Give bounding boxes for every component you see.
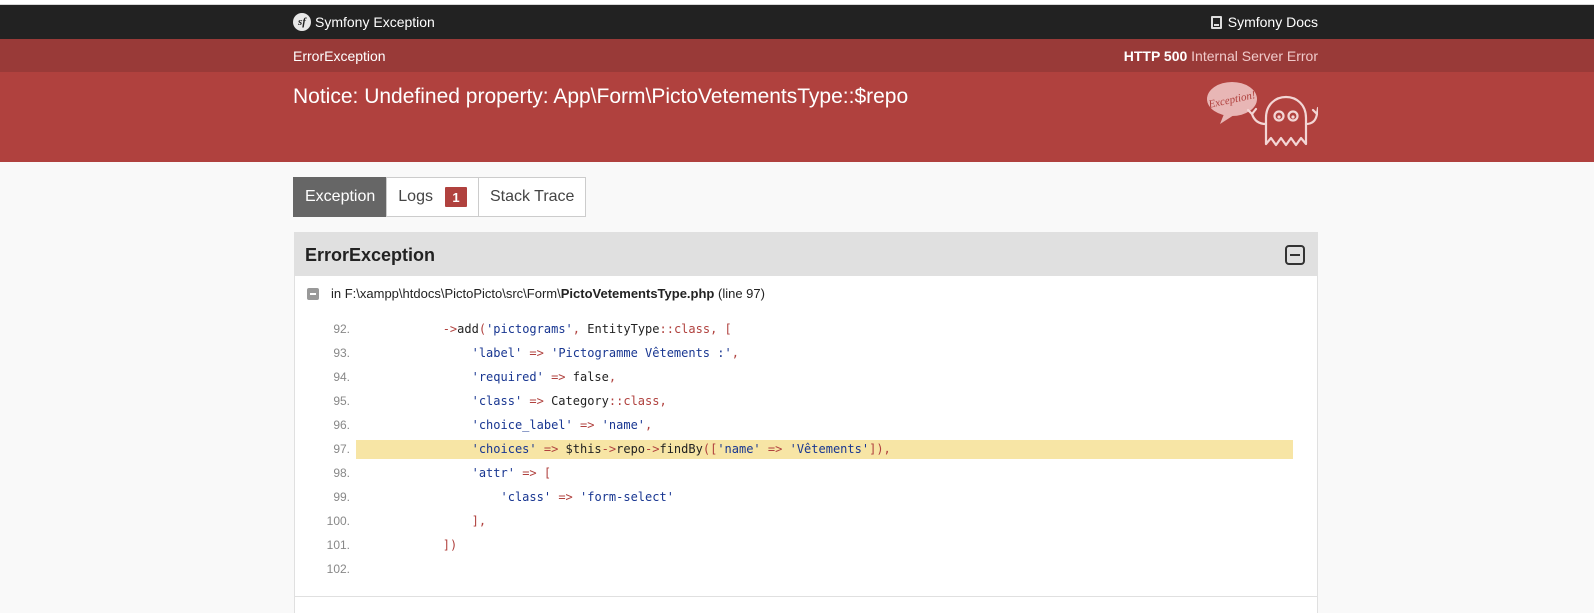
exception-message: Notice: Undefined property: App\Form\Pic…	[293, 85, 909, 108]
tab-exception[interactable]: Exception	[293, 177, 388, 217]
line-number: 96.	[333, 418, 350, 432]
code-line: 102.	[295, 557, 1317, 581]
http-status: HTTP 500 Internal Server Error	[1124, 48, 1318, 64]
line-number: 102.	[326, 562, 350, 576]
docs-label: Symfony Docs	[1227, 14, 1318, 30]
status-text: Internal Server Error	[1191, 48, 1318, 64]
file-name: PictoVetementsType.php	[560, 286, 715, 301]
collapse-minus-icon[interactable]	[1285, 245, 1305, 265]
line-info-text: (line 97)	[718, 286, 765, 301]
brand-label: Symfony Exception	[315, 14, 435, 30]
code-text: ->add('pictograms', EntityType::class, [	[442, 322, 732, 336]
code-text: 'class' => 'form-select'	[500, 490, 674, 504]
file-path-prefix: in F:\xampp\htdocs\PictoPicto\src\Form\	[331, 286, 561, 301]
code-text: ])	[442, 538, 458, 552]
exception-status-bar: ErrorException HTTP 500 Internal Server …	[0, 39, 1594, 72]
code-line: 96. 'choice_label' => 'name',	[295, 413, 1317, 437]
line-number: 95.	[333, 394, 350, 408]
panel-title: ErrorException	[305, 245, 436, 265]
code-line-highlighted: 97. 'choices' => $this->repo->findBy(['n…	[295, 437, 1317, 461]
exception-panel: ErrorException in F:\xampp\htdocs\PictoP…	[294, 232, 1318, 613]
exception-class: ErrorException	[293, 48, 386, 64]
line-number: 98.	[333, 466, 350, 480]
line-number: 100.	[326, 514, 350, 528]
tab-logs[interactable]: Logs 1	[386, 177, 479, 217]
tab-stack-trace-label: Stack Trace	[489, 188, 575, 205]
code-line: 94. 'required' => false,	[295, 365, 1317, 389]
book-icon	[1210, 15, 1222, 29]
symfony-docs-link[interactable]: Symfony Docs	[1210, 14, 1318, 30]
code-line: 98. 'attr' => [	[295, 461, 1317, 485]
exception-message-bar: Notice: Undefined property: App\Form\Pic…	[0, 72, 1594, 162]
exception-ghost-icon: Exception!	[1206, 82, 1318, 147]
code-excerpt: 92. ->add('pictograms', EntityType::clas…	[295, 317, 1317, 581]
brand[interactable]: sf Symfony Exception	[293, 13, 435, 31]
logs-count-badge: 1	[444, 187, 467, 207]
tab-exception-label: Exception	[305, 188, 376, 205]
status-code: HTTP 500	[1123, 48, 1188, 64]
line-number: 92.	[333, 322, 350, 336]
collapse-code-icon[interactable]	[307, 287, 319, 300]
code-text: 'label' => 'Pictogramme Vêtements :',	[471, 346, 739, 360]
line-info: (line 97)	[714, 286, 765, 301]
code-text: 'choices' => $this->repo->findBy(['name'…	[356, 440, 1293, 459]
file-location: in F:\xampp\htdocs\PictoPicto\src\Form\ P…	[307, 286, 765, 301]
line-number: 93.	[333, 346, 350, 360]
panel-divider	[295, 596, 1317, 597]
code-line: 92. ->add('pictograms', EntityType::clas…	[295, 317, 1317, 341]
code-text: ],	[471, 514, 487, 528]
code-line: 93. 'label' => 'Pictogramme Vêtements :'…	[295, 341, 1317, 365]
tab-stack-trace[interactable]: Stack Trace	[477, 177, 587, 217]
code-text: 'required' => false,	[471, 370, 617, 384]
panel-header: ErrorException	[295, 233, 1317, 276]
tab-bar: Exception Logs 1 Stack Trace	[293, 177, 587, 217]
code-line: 95. 'class' => Category::class,	[295, 389, 1317, 413]
line-number: 97.	[333, 442, 350, 456]
line-number: 94.	[333, 370, 350, 384]
code-line: 101. ])	[295, 533, 1317, 557]
top-header: sf Symfony Exception Symfony Docs	[0, 5, 1594, 39]
line-number: 99.	[333, 490, 350, 504]
line-number: 101.	[326, 538, 350, 552]
code-text: 'attr' => [	[471, 466, 552, 480]
symfony-logo-icon: sf	[293, 13, 311, 31]
code-text: 'class' => Category::class,	[471, 394, 667, 408]
code-text: 'choice_label' => 'name',	[471, 418, 653, 432]
tab-logs-label: Logs	[398, 188, 433, 205]
code-line: 99. 'class' => 'form-select'	[295, 485, 1317, 509]
code-line: 100. ],	[295, 509, 1317, 533]
